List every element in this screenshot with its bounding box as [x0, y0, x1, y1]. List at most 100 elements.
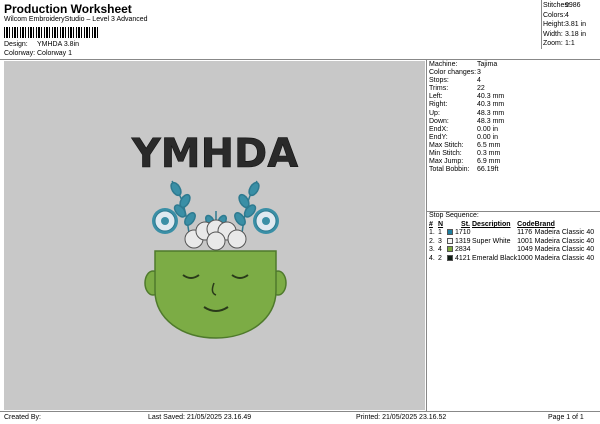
thread-brand: Madeira Classic 40: [534, 254, 595, 262]
stat-value: 9986: [565, 2, 581, 9]
colorway-label: Colorway:: [4, 50, 36, 57]
thread-description: [472, 246, 517, 255]
thread-brand: Madeira Classic 40: [534, 229, 595, 236]
info-label: Stops:: [429, 77, 449, 85]
column-header: N: [438, 221, 444, 228]
thread-code: 1049: [517, 246, 533, 254]
info-row: Left: 40.3 mm: [429, 93, 597, 101]
stat-value: 4: [565, 11, 569, 19]
stitch-count: 1319: [455, 237, 471, 245]
info-value: 48.3 mm: [477, 109, 505, 117]
info-value: 0.00 in: [477, 125, 499, 133]
table-row: 4. 2 4121 Emerald Black 1000 Madeira Cla…: [429, 254, 599, 264]
info-label: EndX:: [429, 125, 449, 133]
table-row: 2. 3 1319 Super White 1001 Madeira Class…: [429, 237, 599, 247]
stitch-cell: 1319: [447, 237, 472, 247]
table-row: 3. 4 2834 1049 Madeira Classic 40: [429, 246, 599, 255]
table-header-row: # N St. Description Code Brand: [429, 221, 599, 229]
info-value: 22: [477, 85, 485, 93]
info-value: 4: [477, 77, 481, 85]
stat-row: Height: 3.81 in: [543, 20, 599, 30]
stat-value: 3.81 in: [565, 21, 587, 29]
thread-description: Super White: [472, 237, 511, 245]
stat-row: Width: 3.18 in: [543, 30, 599, 40]
info-row: Down: 48.3 mm: [429, 118, 597, 126]
stitch-cell: 4121: [447, 254, 472, 264]
info-row: Color changes: 3: [429, 69, 597, 77]
info-label: Down:: [429, 117, 449, 125]
design-preview: YMHDA: [4, 61, 425, 410]
needle-number: 4: [438, 246, 442, 254]
stat-row: Zoom: 1:1: [543, 39, 599, 49]
thread-code: 1001: [517, 237, 533, 245]
stat-value: 1:1: [565, 40, 575, 48]
info-label: EndY:: [429, 133, 448, 141]
stitch-cell: 1710: [447, 229, 472, 238]
info-row: EndX: 0.00 in: [429, 126, 597, 134]
info-row: Min Stitch: 0.3 mm: [429, 150, 597, 158]
stat-label: Zoom:: [543, 40, 563, 48]
info-row: Right: 40.3 mm: [429, 101, 597, 109]
stat-label: Height:: [543, 21, 566, 29]
divider: [426, 59, 427, 411]
info-row: EndY: 0.00 in: [429, 134, 597, 142]
needle-number: 3: [438, 237, 442, 245]
color-swatch: [447, 254, 453, 261]
last-saved: Last Saved: 21/05/2025 23.16.49: [148, 414, 252, 421]
stat-value: 3.18 in: [565, 30, 587, 38]
info-row: Max Stitch: 6.5 mm: [429, 142, 597, 150]
column-header: #: [429, 221, 433, 228]
stop-sequence-title: Stop Sequence:: [429, 212, 479, 219]
thread-description: [472, 229, 517, 238]
page-title: Production Worksheet: [4, 2, 132, 16]
info-label: Left:: [429, 93, 443, 101]
info-value: 3: [477, 69, 481, 77]
info-row: Machine: Tajima: [429, 61, 597, 69]
info-row: Total Bobbin: 66.19ft: [429, 166, 597, 174]
info-label: Color changes:: [429, 69, 477, 77]
info-value: 66.19ft: [477, 166, 499, 174]
stitch-count: 2834: [455, 246, 471, 254]
needle-number: 2: [438, 254, 442, 262]
colorway-row: Colorway: Colorway 1: [4, 50, 72, 57]
column-header: Description: [472, 221, 511, 228]
divider: [541, 0, 542, 49]
stat-label: Width:: [543, 30, 563, 38]
stat-label: Stitches:: [543, 2, 570, 9]
needle-number: 1: [438, 229, 442, 236]
color-swatch: [447, 237, 453, 244]
info-value: 0.00 in: [477, 133, 499, 141]
footer: Created By: Last Saved: 21/05/2025 23.16…: [0, 412, 600, 424]
info-value: 6.5 mm: [477, 141, 501, 149]
design-text: YMHDA: [131, 131, 298, 177]
stop-number: 3.: [429, 246, 435, 254]
design-label: Design:: [4, 41, 28, 48]
color-swatch: [447, 229, 453, 235]
info-label: Trims:: [429, 85, 449, 93]
thread-brand: Madeira Classic 40: [534, 246, 595, 254]
stitch-cell: 2834: [447, 246, 472, 255]
stop-sequence-table: # N St. Description Code Brand 1. 1 1710…: [429, 221, 599, 263]
stat-row: Colors: 4: [543, 11, 599, 21]
info-label: Min Stitch:: [429, 150, 462, 158]
page-number: Page 1 of 1: [548, 414, 584, 421]
thread-brand: Madeira Classic 40: [534, 237, 595, 245]
info-label: Max Jump:: [429, 158, 464, 166]
info-row: Trims: 22: [429, 85, 597, 93]
info-row: Up: 48.3 mm: [429, 110, 597, 118]
printed-date: Printed: 21/05/2025 23.16.52: [356, 414, 447, 421]
info-value: 48.3 mm: [477, 117, 505, 125]
header-divider: [0, 59, 600, 60]
table-row: 1. 1 1710 1176 Madeira Classic 40: [429, 229, 599, 238]
info-label: Max Stitch:: [429, 141, 464, 149]
design-value: YMHDA 3.8in: [37, 41, 80, 48]
software-subtitle: Wilcom EmbroideryStudio – Level 3 Advanc…: [4, 16, 148, 23]
info-value: 40.3 mm: [477, 93, 505, 101]
design-artwork: YMHDA: [130, 131, 299, 339]
stop-number: 2.: [429, 237, 435, 245]
design-row: Design: YMHDA 3.8in: [4, 41, 79, 48]
stitch-count: 4121: [455, 254, 471, 262]
color-swatch: [447, 246, 453, 253]
info-row: Stops: 4: [429, 77, 597, 85]
info-row: Max Jump: 6.9 mm: [429, 158, 597, 166]
